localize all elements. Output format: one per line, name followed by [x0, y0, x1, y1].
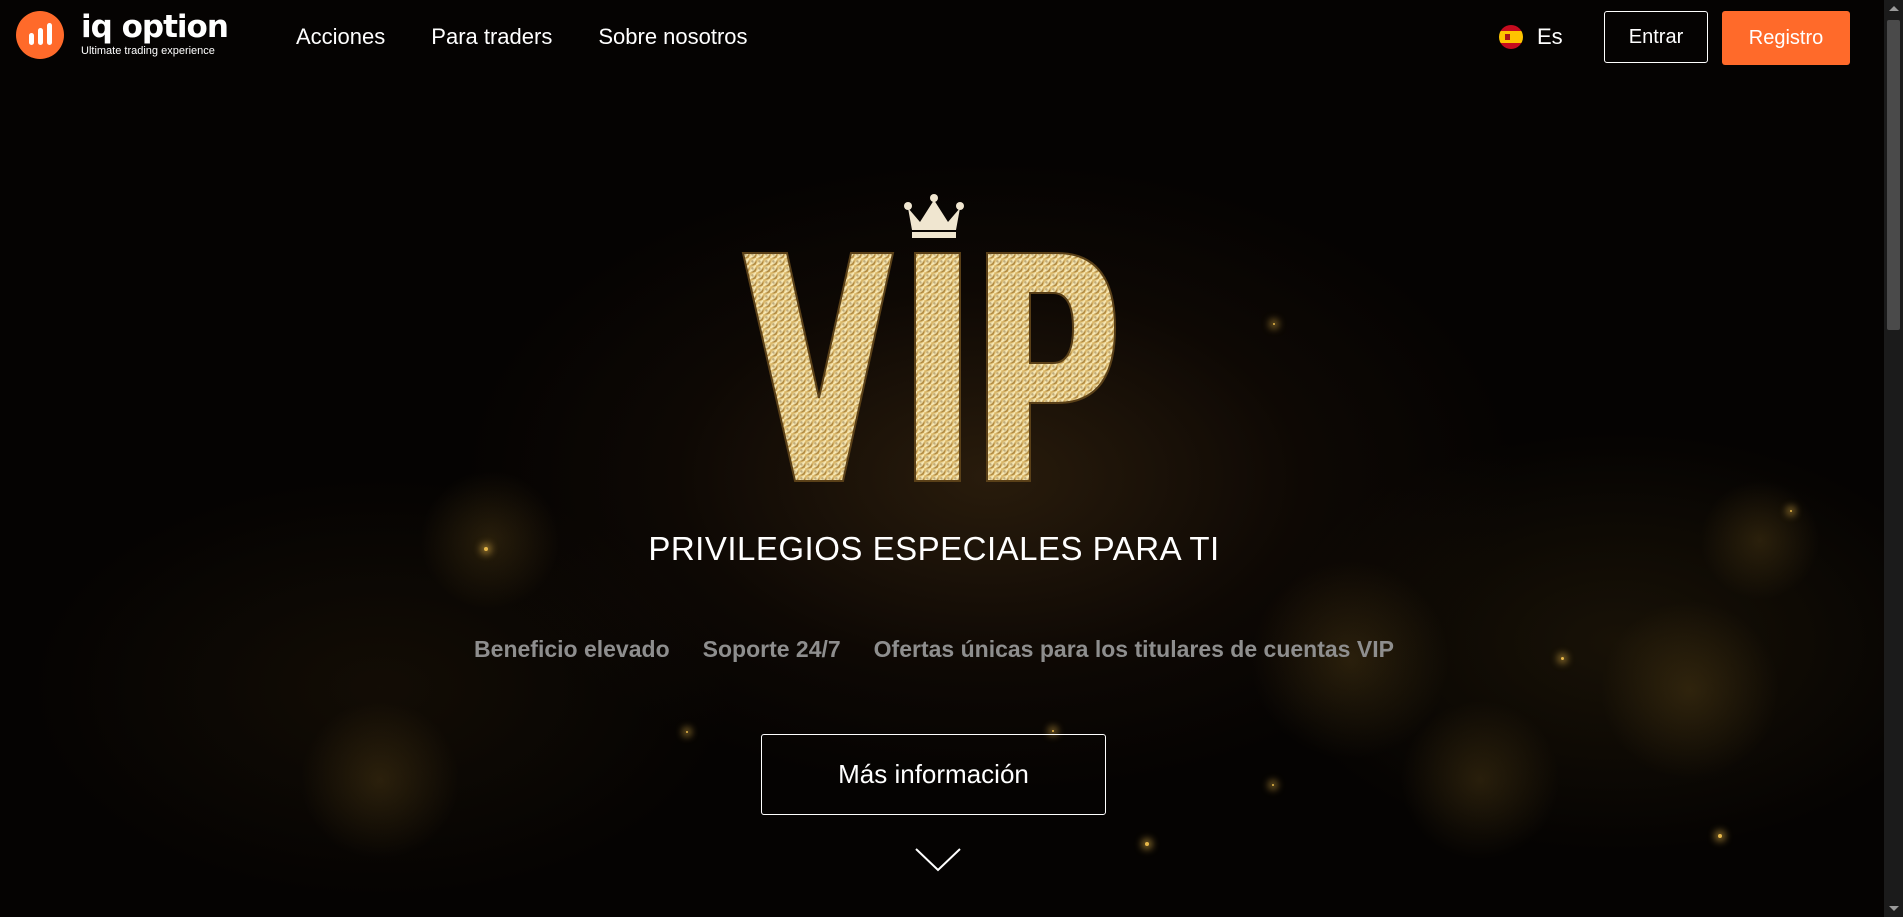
- feature-item: Beneficio elevado: [474, 636, 670, 662]
- vip-logo-graphic: [741, 194, 1117, 482]
- login-button[interactable]: Entrar: [1604, 11, 1708, 63]
- register-button[interactable]: Registro: [1722, 11, 1850, 65]
- chevron-down-icon[interactable]: [915, 847, 961, 873]
- sparkle: [1790, 510, 1792, 512]
- sparkle: [1145, 842, 1149, 846]
- nav-item-sobre-nosotros[interactable]: Sobre nosotros: [598, 22, 747, 52]
- feature-list: Beneficio elevado Soporte 24/7 Ofertas ú…: [0, 636, 1868, 663]
- logo-bar: [29, 33, 34, 45]
- sparkle: [1273, 323, 1275, 325]
- site-header: iq option Ultimate trading experience Ac…: [0, 0, 1884, 76]
- spain-flag-icon: [1499, 25, 1523, 49]
- vip-letter-i: [914, 252, 961, 482]
- logo-name: iq option: [81, 9, 229, 45]
- logo-bar: [38, 28, 43, 45]
- bokeh-light: [1400, 700, 1560, 860]
- page: iq option Ultimate trading experience Ac…: [0, 0, 1903, 917]
- main-nav: Acciones Para traders Sobre nosotros: [296, 22, 748, 52]
- feature-item: Soporte 24/7: [702, 636, 841, 662]
- brand-logo[interactable]: iq option Ultimate trading experience: [16, 9, 229, 59]
- sparkle: [686, 731, 688, 733]
- logo-tagline: Ultimate trading experience: [81, 45, 215, 57]
- scroll-down-arrow-icon[interactable]: [1889, 906, 1899, 911]
- crown-icon: [904, 194, 964, 238]
- scroll-up-arrow-icon[interactable]: [1889, 6, 1899, 11]
- vip-logo: [735, 188, 1135, 488]
- sparkle: [1718, 834, 1722, 838]
- logo-text: iq option Ultimate trading experience: [81, 9, 229, 58]
- feature-item: Ofertas únicas para los titulares de cue…: [873, 636, 1394, 662]
- nav-item-para-traders[interactable]: Para traders: [431, 22, 552, 52]
- bokeh-light: [1600, 600, 1780, 780]
- vip-letter-p: [986, 252, 1117, 482]
- bokeh-light: [300, 700, 460, 860]
- page-scrollbar[interactable]: [1884, 0, 1903, 917]
- sparkle: [1052, 730, 1054, 732]
- language-label: Es: [1537, 24, 1563, 49]
- vip-letter-v: [741, 252, 895, 482]
- hero-tagline: PRIVILEGIOS ESPECIALES PARA TI: [648, 530, 1220, 567]
- sparkle: [1272, 784, 1274, 786]
- logo-bar: [47, 23, 52, 45]
- more-info-button[interactable]: Más información: [761, 734, 1106, 815]
- nav-item-acciones[interactable]: Acciones: [296, 22, 385, 52]
- language-selector[interactable]: Es: [1499, 24, 1563, 50]
- scrollbar-thumb[interactable]: [1887, 20, 1900, 330]
- logo-bars-icon: [16, 11, 64, 59]
